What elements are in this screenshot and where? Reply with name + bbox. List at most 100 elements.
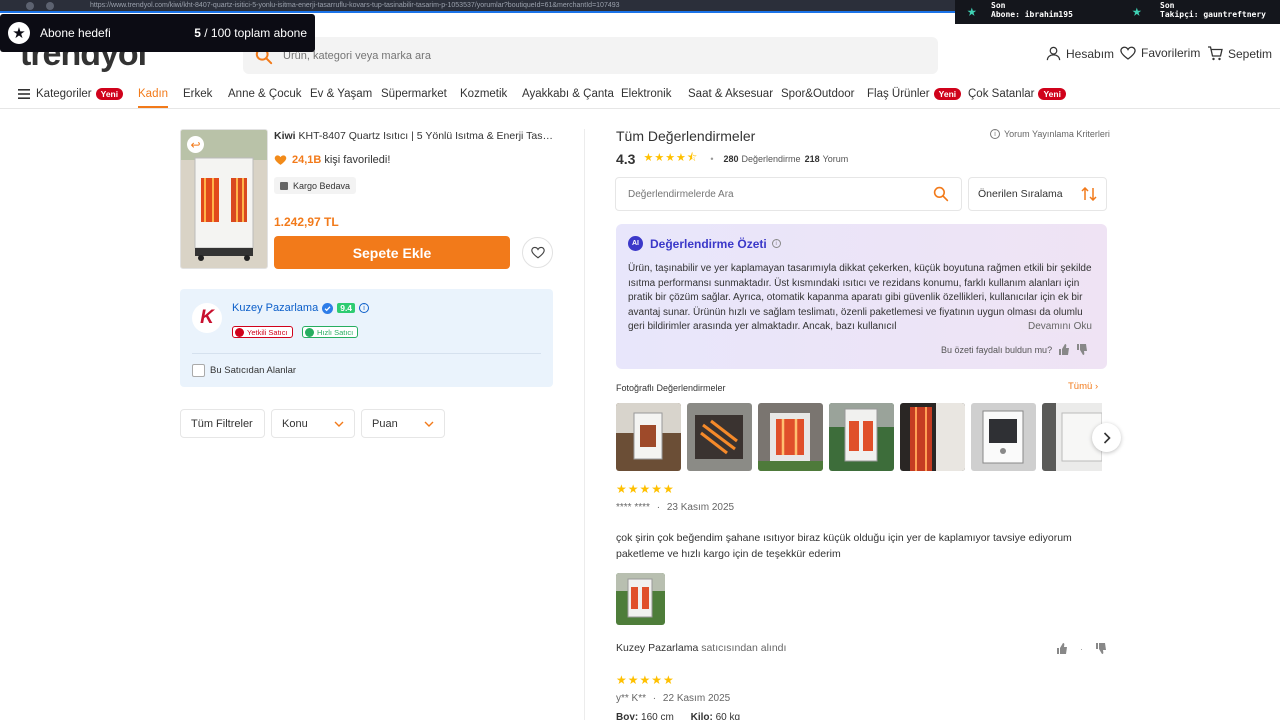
sort-dropdown[interactable]: Önerilen Sıralama bbox=[968, 177, 1107, 211]
review-photo[interactable] bbox=[971, 403, 1036, 471]
sub-goal-count: 5 / 100 toplam abone bbox=[194, 26, 307, 40]
carousel-next-button[interactable] bbox=[1092, 423, 1121, 452]
cart-icon bbox=[1208, 46, 1223, 61]
star-icon: ★ bbox=[1132, 1, 1142, 20]
user-icon bbox=[1046, 46, 1061, 61]
see-all-photos-link[interactable]: Tümü › bbox=[1068, 381, 1098, 392]
topic-label: Konu bbox=[282, 417, 308, 430]
sub-goal-label: Abone hedefi bbox=[40, 26, 111, 40]
info-icon[interactable]: i bbox=[771, 239, 781, 248]
product-price: 1.242,97 TL bbox=[274, 215, 339, 229]
categories-menu[interactable]: Kategoriler Yeni bbox=[18, 88, 124, 100]
home-icon[interactable] bbox=[46, 2, 54, 10]
product-title[interactable]: Kiwi KHT-8407 Quartz Isıtıcı | 5 Yönlü I… bbox=[274, 130, 556, 142]
chevron-down-icon bbox=[334, 421, 344, 427]
favorite-button[interactable] bbox=[522, 237, 553, 268]
review-meta: y** K** · 22 Kasım 2025 bbox=[616, 693, 731, 704]
latest-follower: Son Takipçi: gauntreftnery bbox=[1160, 1, 1266, 19]
search-icon[interactable] bbox=[933, 186, 949, 202]
verified-icon bbox=[322, 302, 334, 314]
info-icon: i bbox=[990, 129, 1000, 139]
info-icon[interactable]: i bbox=[359, 303, 370, 313]
checkbox[interactable] bbox=[192, 364, 205, 377]
category-saat-aksesuar[interactable]: Saat & Aksesuar bbox=[688, 88, 773, 100]
thumbs-up-icon[interactable] bbox=[1056, 643, 1068, 654]
category-cok-satanlar[interactable]: Çok Satanlar Yeni bbox=[968, 88, 1066, 100]
new-badge: Yeni bbox=[933, 88, 962, 100]
seller-name[interactable]: Kuzey Pazarlama 9.4 i bbox=[232, 302, 370, 314]
all-filters-button[interactable]: Tüm Filtreler bbox=[180, 409, 265, 438]
review-photo[interactable] bbox=[900, 403, 965, 471]
review-photo[interactable] bbox=[758, 403, 823, 471]
reviewer-body-info: Boy: 160 cm Kilo: 60 kg bbox=[616, 712, 740, 720]
rating-summary: 4.3 ★★★★⯪ • 280 Değerlendirme 218 Yorum bbox=[616, 150, 849, 167]
review-seller-name[interactable]: Kuzey Pazarlama bbox=[616, 642, 698, 654]
orange-heart-icon bbox=[274, 155, 287, 165]
review-search-input[interactable] bbox=[628, 188, 933, 200]
divider bbox=[192, 353, 541, 354]
favorites-link[interactable]: Favorilerim bbox=[1120, 46, 1200, 60]
review-stars: ★★★★★ bbox=[616, 673, 675, 687]
flash-label: Flaş Ürünler bbox=[867, 88, 930, 100]
photo-reviews-label: Fotoğraflı Değerlendirmeler bbox=[616, 383, 726, 393]
star-icon: ★ bbox=[8, 22, 30, 44]
search-bar[interactable] bbox=[243, 37, 938, 74]
thumbs-down-icon[interactable] bbox=[1076, 344, 1088, 355]
weight-value: 60 kg bbox=[715, 712, 741, 720]
fav-count-value: 24,1B bbox=[292, 154, 322, 166]
category-supermarket[interactable]: Süpermarket bbox=[381, 88, 447, 100]
heart-icon bbox=[530, 246, 545, 259]
review-meta: **** **** · 23 Kasım 2025 bbox=[616, 502, 735, 513]
thumbs-up-icon[interactable] bbox=[1058, 344, 1070, 355]
review-photo[interactable] bbox=[687, 403, 752, 471]
category-anne-cocuk[interactable]: Anne & Çocuk bbox=[228, 88, 302, 100]
category-kadin[interactable]: Kadın bbox=[138, 88, 169, 108]
check-badge-icon bbox=[235, 327, 244, 337]
latest-sub-label: Abone: ibrahim195 bbox=[991, 10, 1073, 19]
account-link[interactable]: Hesabım bbox=[1046, 46, 1114, 61]
category-kozmetik[interactable]: Kozmetik bbox=[460, 88, 507, 100]
menu-icon bbox=[18, 89, 30, 99]
review-seller-suffix: satıcısından alındı bbox=[701, 642, 787, 654]
seller-filter-checkbox[interactable]: Bu Satıcıdan Alanlar bbox=[192, 364, 296, 377]
cart-link[interactable]: Sepetim bbox=[1207, 46, 1272, 61]
heart-icon bbox=[1120, 46, 1136, 60]
favorites-label: Favorilerim bbox=[1141, 46, 1201, 60]
latest-events-overlay: ★ Son Abone: ibrahim195 ★ Son Takipçi: g… bbox=[955, 0, 1280, 24]
account-label: Hesabım bbox=[1066, 46, 1115, 61]
product-image[interactable]: ↩ bbox=[180, 129, 268, 269]
category-ayakkabi-canta[interactable]: Ayakkabı & Çanta bbox=[522, 88, 614, 100]
rating-filter-dropdown[interactable]: Puan bbox=[361, 409, 445, 438]
sort-arrows-icon bbox=[1081, 187, 1097, 201]
height-value: 160 cm bbox=[641, 712, 674, 720]
category-spor-outdoor[interactable]: Spor&Outdoor bbox=[781, 88, 855, 100]
category-ev-yasam[interactable]: Ev & Yaşam bbox=[310, 88, 372, 100]
category-flas-urunler[interactable]: Flaş Ürünler Yeni bbox=[867, 88, 962, 100]
category-bar: Kategoriler Yeni Kadın Erkek Anne & Çocu… bbox=[0, 84, 1280, 109]
comment-count-label: Yorum bbox=[822, 153, 849, 164]
bestseller-label: Çok Satanlar bbox=[968, 88, 1035, 100]
thumbs-down-icon[interactable] bbox=[1095, 643, 1107, 654]
star-icon: ★ bbox=[967, 1, 977, 20]
category-elektronik[interactable]: Elektronik bbox=[621, 88, 672, 100]
authorized-seller-tag: Yetkili Satıcı bbox=[232, 326, 293, 338]
search-input[interactable] bbox=[283, 49, 883, 62]
back-arrow-icon[interactable]: ↩ bbox=[187, 136, 204, 153]
reload-icon[interactable] bbox=[26, 2, 34, 10]
review-criteria-link[interactable]: i Yorum Yayınlama Kriterleri bbox=[990, 129, 1110, 139]
review-photo[interactable] bbox=[616, 403, 681, 471]
page-load-bar bbox=[0, 11, 960, 13]
category-erkek[interactable]: Erkek bbox=[183, 88, 212, 100]
review-author: y** K** bbox=[616, 693, 647, 704]
review-photo[interactable] bbox=[616, 573, 665, 625]
add-to-cart-button[interactable]: Sepete Ekle bbox=[274, 236, 510, 269]
read-more-link[interactable]: Devamını Oku bbox=[1010, 321, 1092, 332]
topic-filter-dropdown[interactable]: Konu bbox=[271, 409, 355, 438]
seller-logo[interactable]: K bbox=[192, 303, 222, 333]
review-photo[interactable] bbox=[829, 403, 894, 471]
comment-count: 218 bbox=[804, 153, 820, 164]
criteria-label: Yorum Yayınlama Kriterleri bbox=[1004, 129, 1110, 139]
average-rating: 4.3 bbox=[616, 150, 636, 167]
review-search-box[interactable] bbox=[615, 177, 962, 211]
rating-label: Puan bbox=[372, 417, 398, 430]
